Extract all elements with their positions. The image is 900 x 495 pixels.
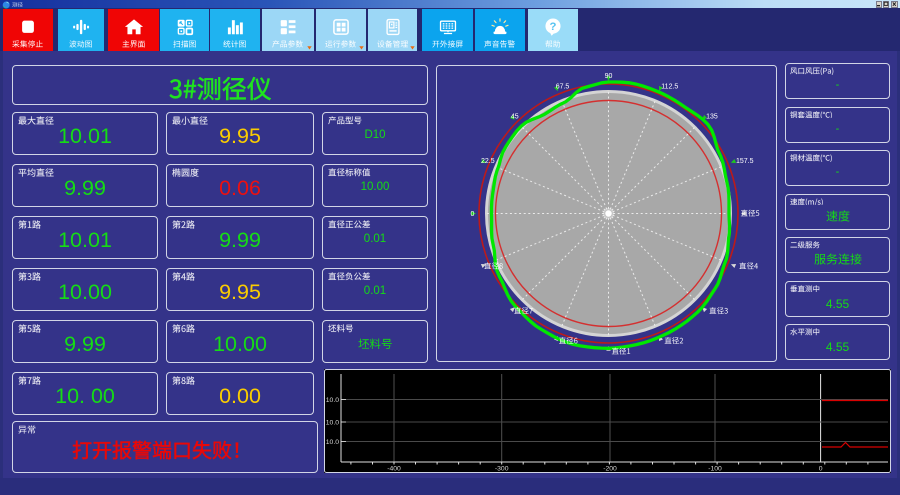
svg-text:-200: -200 xyxy=(603,466,617,473)
svg-text:-400: -400 xyxy=(387,466,401,473)
svg-text:-300: -300 xyxy=(495,466,509,473)
svg-text:67.5: 67.5 xyxy=(556,83,570,90)
svg-text:10.0: 10.0 xyxy=(326,397,339,404)
svg-text:10.0: 10.0 xyxy=(326,439,339,446)
svg-text:157.5: 157.5 xyxy=(736,158,754,165)
svg-text:22.5: 22.5 xyxy=(481,158,495,165)
svg-text:-100: -100 xyxy=(708,466,722,473)
svg-text:90: 90 xyxy=(605,73,613,80)
svg-text:135: 135 xyxy=(706,113,718,120)
svg-text:0: 0 xyxy=(471,211,475,218)
svg-text:45: 45 xyxy=(511,113,519,120)
svg-text:?: ? xyxy=(550,20,557,32)
svg-text:10.0: 10.0 xyxy=(326,419,339,426)
svg-text:0: 0 xyxy=(819,466,823,473)
svg-text:112.5: 112.5 xyxy=(661,83,678,90)
